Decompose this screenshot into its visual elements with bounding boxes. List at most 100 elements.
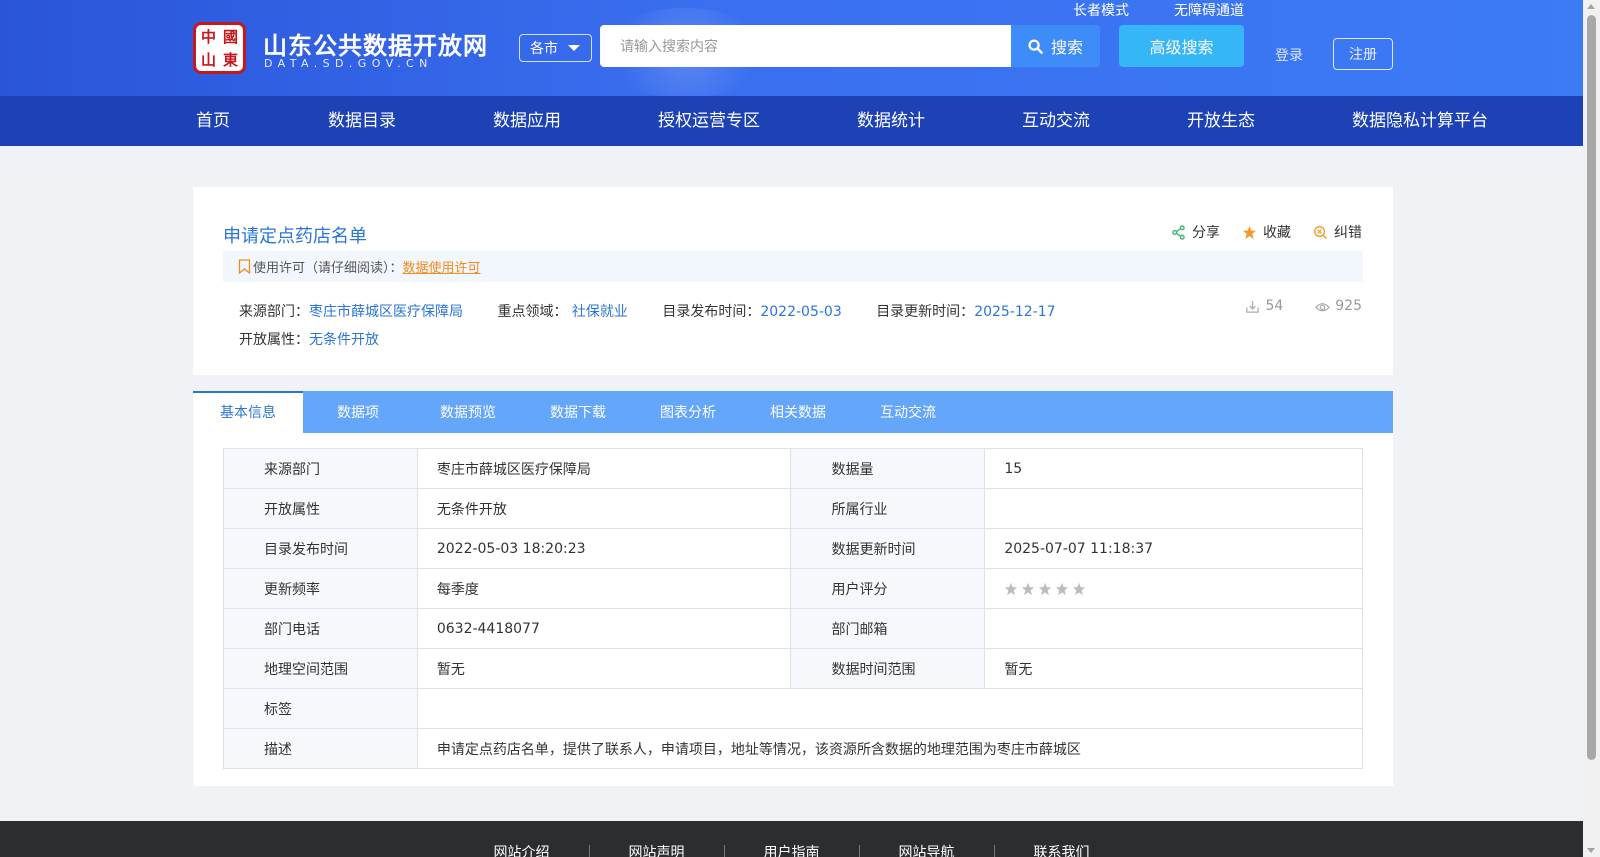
dataset-title: 申请定点药店名单 [223, 226, 367, 247]
view-count-value: 925 [1335, 298, 1362, 314]
table-row: 部门电话 0632-4418077 部门邮箱 [223, 608, 1363, 649]
correct-button[interactable]: 纠错 [1313, 222, 1362, 242]
nav-item-apps[interactable]: 数据应用 [493, 96, 561, 146]
rating-star-icon[interactable] [1004, 582, 1018, 596]
favorite-button[interactable]: 收藏 [1242, 222, 1291, 242]
footer-link-sitemap[interactable]: 网站导航 [858, 845, 994, 857]
table-row: 目录发布时间 2022-05-03 18:20:23 数据更新时间 2025-0… [223, 528, 1363, 569]
table-row: 地理空间范围 暂无 数据时间范围 暂无 [223, 648, 1363, 689]
table-cell-label: 数据量 [790, 448, 986, 489]
table-cell-label: 用户评分 [790, 568, 986, 609]
publish-time-value: 2022-05-03 [760, 304, 842, 320]
source-dept-value[interactable]: 枣庄市薛城区医疗保障局 [309, 304, 463, 320]
search-icon [1028, 38, 1043, 54]
open-attr-value[interactable]: 无条件开放 [309, 332, 379, 348]
star-icon [1242, 225, 1257, 239]
correct-label: 纠错 [1334, 225, 1362, 241]
footer-link-guide[interactable]: 用户指南 [723, 845, 859, 857]
scroll-up-icon[interactable] [1587, 4, 1595, 9]
logo-char: 國 [222, 27, 238, 46]
update-time-label: 目录更新时间： [876, 304, 975, 320]
city-select-label: 各市 [530, 41, 558, 57]
license-link[interactable]: 数据使用许可 [403, 257, 481, 276]
table-cell-label: 目录发布时间 [223, 528, 418, 569]
elder-mode-link[interactable]: 长者模式 [1073, 0, 1129, 20]
rating-star-icon[interactable] [1055, 582, 1069, 596]
site-logo[interactable]: 中 國 山 東 [193, 22, 246, 74]
rating-star-icon[interactable] [1038, 582, 1052, 596]
table-cell-label: 地理空间范围 [223, 648, 418, 689]
rating-star-icon[interactable] [1021, 582, 1035, 596]
nav-item-authorized-ops[interactable]: 授权运营专区 [658, 96, 760, 146]
eye-icon [1315, 302, 1331, 311]
table-cell-value: 无条件开放 [416, 488, 792, 529]
register-button[interactable]: 注册 [1333, 38, 1393, 70]
meta-row-1: 来源部门：枣庄市薛城区医疗保障局 重点领域： 社保就业 目录发布时间：2022-… [239, 301, 1056, 321]
download-count-value: 54 [1265, 298, 1284, 314]
nav-item-interaction[interactable]: 互动交流 [1022, 96, 1090, 146]
table-row: 描述 申请定点药店名单，提供了联系人，申请项目，地址等情况，该资源所含数据的地理… [223, 728, 1364, 769]
tab-interaction[interactable]: 互动交流 [853, 391, 963, 433]
dataset-info-card: 申请定点药店名单 分享 收藏 纠错 使用许可（请仔细阅读）： 数据使用许可 来源… [193, 187, 1393, 375]
basic-info-table: 来源部门 枣庄市薛城区医疗保障局 数据量 15 开放属性 无条件开放 所属行业 … [223, 448, 1364, 769]
share-button[interactable]: 分享 [1171, 222, 1220, 242]
nav-item-statistics[interactable]: 数据统计 [857, 96, 925, 146]
key-domain-value[interactable]: 社保就业 [572, 304, 628, 320]
city-select[interactable]: 各市 [519, 34, 592, 62]
nav-item-home[interactable]: 首页 [196, 96, 230, 146]
accessibility-link[interactable]: 无障碍通道 [1174, 0, 1244, 20]
table-cell-label: 所属行业 [790, 488, 986, 529]
search-button[interactable]: 搜索 [1011, 25, 1100, 67]
tab-basic-info[interactable]: 基本信息 [193, 391, 303, 433]
nav-item-privacy-computing[interactable]: 数据隐私计算平台 [1352, 96, 1488, 146]
site-header: 中 國 山 東 山东公共数据开放网 DATA.SD.GOV.CN 各市 搜索 高… [0, 0, 1583, 96]
table-cell-value: 2022-05-03 18:20:23 [416, 528, 792, 569]
footer-link-about[interactable]: 网站介绍 [455, 845, 589, 857]
login-link[interactable]: 登录 [1275, 45, 1303, 65]
view-count: 925 [1315, 298, 1362, 314]
detail-tabs-card: 基本信息 数据项 数据预览 数据下载 图表分析 相关数据 互动交流 来源部门 枣… [193, 391, 1393, 786]
nav-item-catalog[interactable]: 数据目录 [328, 96, 396, 146]
tab-related-data[interactable]: 相关数据 [743, 391, 853, 433]
table-cell-value: 每季度 [416, 568, 792, 609]
share-label: 分享 [1192, 225, 1220, 241]
logo-char: 東 [222, 50, 238, 69]
tab-data-download[interactable]: 数据下载 [523, 391, 633, 433]
table-cell-label: 标签 [223, 688, 418, 729]
open-attr-label: 开放属性： [239, 332, 309, 348]
tab-data-preview[interactable]: 数据预览 [413, 391, 523, 433]
advanced-search-button[interactable]: 高级搜索 [1119, 25, 1244, 67]
site-domain: DATA.SD.GOV.CN [264, 57, 433, 70]
site-title[interactable]: 山东公共数据开放网 [263, 26, 488, 61]
footer-link-statement[interactable]: 网站声明 [588, 845, 724, 857]
table-cell-label: 来源部门 [223, 448, 418, 489]
table-cell-value [416, 688, 1364, 729]
table-cell-value: 0632-4418077 [416, 608, 792, 649]
rating-stars[interactable] [1004, 582, 1343, 596]
bookmark-icon [238, 259, 251, 274]
footer-link-contact[interactable]: 联系我们 [993, 845, 1129, 857]
source-dept-label: 来源部门： [239, 304, 309, 320]
tab-data-items[interactable]: 数据项 [303, 391, 413, 433]
table-row: 更新频率 每季度 用户评分 [223, 568, 1363, 609]
nav-item-ecosystem[interactable]: 开放生态 [1187, 96, 1255, 146]
page-scrollbar[interactable] [1583, 0, 1600, 857]
key-domain-label: 重点领域： [497, 304, 568, 320]
table-cell-value: 枣庄市薛城区医疗保障局 [416, 448, 792, 489]
scrollbar-thumb[interactable] [1587, 15, 1596, 760]
table-row: 来源部门 枣庄市薛城区医疗保障局 数据量 15 [223, 448, 1363, 489]
tab-chart-analysis[interactable]: 图表分析 [633, 391, 743, 433]
main-nav: 首页 数据目录 数据应用 授权运营专区 数据统计 互动交流 开放生态 数据隐私计… [0, 96, 1583, 146]
table-cell-label: 描述 [223, 728, 418, 769]
logo-char: 中 [200, 27, 216, 46]
search-input[interactable] [600, 25, 1011, 67]
table-row: 标签 [223, 688, 1364, 729]
scroll-down-icon[interactable] [1587, 848, 1595, 853]
table-cell-label: 部门电话 [223, 608, 418, 649]
download-count: 54 [1245, 298, 1283, 314]
license-label: 使用许可（请仔细阅读）： [253, 261, 403, 276]
dataset-actions: 分享 收藏 纠错 [1171, 222, 1362, 242]
rating-star-icon[interactable] [1072, 582, 1086, 596]
chevron-down-icon [568, 45, 580, 51]
table-row: 开放属性 无条件开放 所属行业 [223, 488, 1363, 529]
